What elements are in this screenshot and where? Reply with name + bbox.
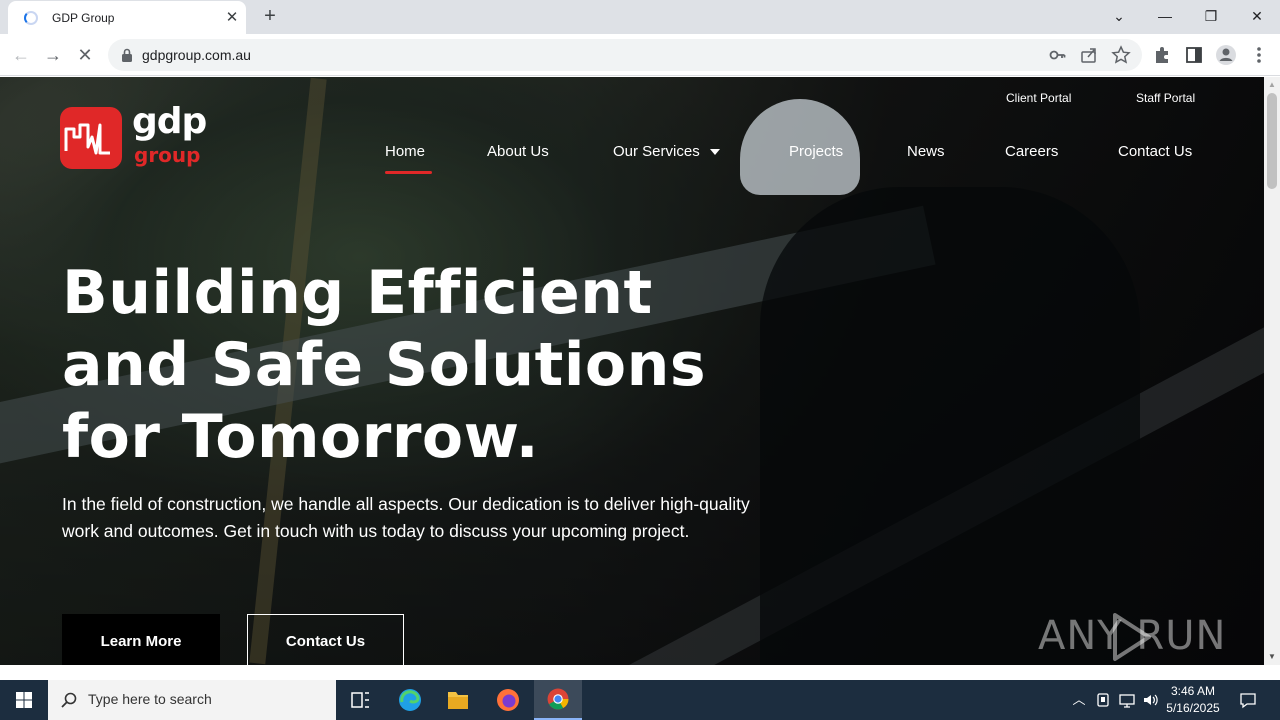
windows-taskbar: Type here to search ︿ 3:46 AM 5/16/2025 xyxy=(0,680,1280,720)
extensions-icon[interactable] xyxy=(1149,42,1175,68)
back-button[interactable]: ← xyxy=(8,42,34,68)
file-explorer-icon[interactable] xyxy=(434,680,482,720)
hero-heading-line: Building Efficient xyxy=(62,258,653,328)
tray-chevron-up-icon[interactable]: ︿ xyxy=(1070,691,1088,709)
share-icon[interactable] xyxy=(1078,44,1100,66)
browser-toolbar: ← → ✕ gdpgroup.com.au xyxy=(0,34,1280,76)
bookmark-star-icon[interactable] xyxy=(1110,44,1132,66)
lock-icon xyxy=(122,48,132,62)
restore-button[interactable]: ❐ xyxy=(1198,4,1224,28)
logo-wordmark: gdp xyxy=(132,101,207,142)
edge-browser-icon[interactable] xyxy=(386,680,434,720)
key-icon[interactable] xyxy=(1046,44,1068,66)
taskbar-clock[interactable]: 3:46 AM 5/16/2025 xyxy=(1160,683,1226,717)
scroll-down-arrow-icon[interactable]: ▼ xyxy=(1264,651,1280,663)
watermark-play-icon xyxy=(1113,613,1151,661)
logo-mark-icon xyxy=(60,107,122,169)
learn-more-button[interactable]: Learn More xyxy=(62,614,220,665)
network-icon[interactable] xyxy=(1118,691,1136,709)
tab-title: GDP Group xyxy=(52,11,115,25)
contact-us-button[interactable]: Contact Us xyxy=(247,614,404,665)
nav-our-services-label: Our Services xyxy=(613,143,700,160)
page-scrollbar[interactable]: ▲ ▼ xyxy=(1264,77,1280,665)
firefox-icon[interactable] xyxy=(484,680,532,720)
scrollbar-thumb[interactable] xyxy=(1267,93,1277,189)
tab-strip: GDP Group ✕ + ⌄ — ❐ ✕ xyxy=(0,0,1280,34)
hero-description: In the field of construction, we handle … xyxy=(62,494,750,541)
staff-portal-link[interactable]: Staff Portal xyxy=(1136,91,1195,105)
nav-careers[interactable]: Careers xyxy=(1005,143,1058,160)
taskbar-search-box[interactable]: Type here to search xyxy=(48,680,336,720)
site-logo[interactable]: gdp group xyxy=(60,101,220,175)
new-tab-button[interactable]: + xyxy=(258,5,282,29)
taskbar-search-placeholder: Type here to search xyxy=(88,691,212,707)
hero-heading-line: and Safe Solutions xyxy=(62,330,707,400)
nav-active-indicator xyxy=(385,171,432,174)
hero-heading: Building Efficient and Safe Solutions fo… xyxy=(62,257,782,473)
url-text[interactable]: gdpgroup.com.au xyxy=(142,47,251,63)
clock-date: 5/16/2025 xyxy=(1166,701,1220,715)
tab-close-icon[interactable]: ✕ xyxy=(222,8,242,28)
stop-loading-button[interactable]: ✕ xyxy=(72,42,98,68)
forward-button[interactable]: → xyxy=(40,42,66,68)
nav-our-services[interactable]: Our Services xyxy=(613,143,720,160)
clock-time: 3:46 AM xyxy=(1170,684,1216,698)
minimize-button[interactable]: — xyxy=(1152,4,1178,28)
scroll-up-arrow-icon[interactable]: ▲ xyxy=(1264,79,1280,91)
chrome-icon[interactable] xyxy=(534,680,582,720)
windows-start-icon[interactable] xyxy=(0,680,48,720)
close-window-button[interactable]: ✕ xyxy=(1244,4,1270,28)
notification-center-icon[interactable] xyxy=(1238,690,1258,710)
browser-tab[interactable]: GDP Group ✕ xyxy=(8,1,246,34)
page-viewport: gdp group Client Portal Staff Portal Hom… xyxy=(0,77,1264,665)
loading-spinner-icon xyxy=(24,11,38,25)
client-portal-link[interactable]: Client Portal xyxy=(1006,91,1071,105)
task-view-icon[interactable] xyxy=(336,680,384,720)
nav-about-us[interactable]: About Us xyxy=(487,143,549,160)
nav-projects[interactable]: Projects xyxy=(789,143,843,160)
profile-icon[interactable] xyxy=(1213,42,1239,68)
nav-home[interactable]: Home xyxy=(385,143,425,160)
hero-heading-line: for Tomorrow. xyxy=(62,402,540,472)
nav-contact-us[interactable]: Contact Us xyxy=(1118,143,1192,160)
logo-subtitle: group xyxy=(134,143,201,167)
caret-down-icon xyxy=(709,149,720,156)
chrome-menu-icon[interactable] xyxy=(1246,42,1272,68)
side-panel-icon[interactable] xyxy=(1181,42,1207,68)
hero-background-worker xyxy=(760,187,1140,665)
tab-list-chevron-icon[interactable]: ⌄ xyxy=(1106,4,1132,28)
volume-icon[interactable] xyxy=(1142,691,1160,709)
search-icon xyxy=(61,692,77,708)
nav-news[interactable]: News xyxy=(907,143,945,160)
address-bar[interactable]: gdpgroup.com.au xyxy=(108,39,1142,71)
tray-device-icon[interactable] xyxy=(1094,691,1112,709)
